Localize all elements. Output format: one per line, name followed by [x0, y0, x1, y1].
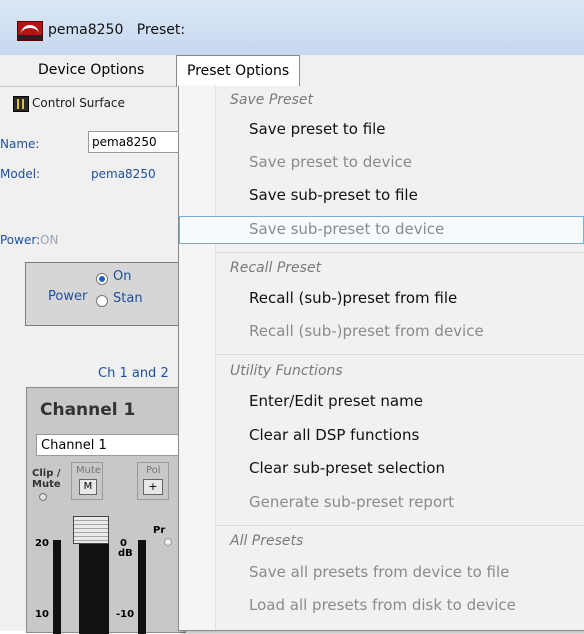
- channel-strip: Channel 1 Channel 1 Clip / Mute Mute M P…: [26, 387, 186, 634]
- model-value: pema8250: [91, 167, 156, 181]
- control-surface-label: Control Surface: [32, 96, 125, 110]
- menu-icon-gutter: [179, 86, 216, 630]
- title-bar: pema8250 Preset:: [0, 0, 584, 55]
- recall-preset-from-file-item[interactable]: Recall (sub-)preset from file: [249, 289, 457, 307]
- generate-sub-preset-report-item[interactable]: Generate sub-preset report: [249, 493, 454, 511]
- control-surface-icon: [13, 96, 29, 112]
- window-title: pema8250 Preset:: [48, 22, 185, 38]
- level-meter-left: [53, 540, 61, 634]
- pr-label: Pr: [153, 525, 166, 536]
- utility-functions-header: Utility Functions: [230, 363, 343, 379]
- polarity-group: Pol +: [137, 462, 169, 500]
- control-panel: Control Surface Name: pema8250 Model: pe…: [0, 87, 186, 634]
- clear-dsp-functions-item[interactable]: Clear all DSP functions: [249, 426, 419, 444]
- save-sub-preset-to-file-item[interactable]: Save sub-preset to file: [249, 186, 418, 204]
- save-preset-to-file-item[interactable]: Save preset to file: [249, 120, 386, 138]
- app-name: pema8250: [48, 22, 124, 38]
- app-logo-icon: [17, 21, 43, 41]
- fader-db-unit: dB: [118, 548, 133, 559]
- edit-preset-name-item[interactable]: Enter/Edit preset name: [249, 392, 423, 410]
- recall-preset-header: Recall Preset: [230, 260, 322, 276]
- power-on-radio[interactable]: [96, 273, 108, 285]
- save-preset-to-device-item[interactable]: Save preset to device: [249, 153, 412, 171]
- channel-name-field[interactable]: Channel 1: [36, 434, 186, 456]
- menu-separator: [215, 252, 584, 253]
- level-meter-right: [138, 540, 146, 634]
- load-all-presets-item[interactable]: Load all presets from disk to device: [249, 596, 516, 614]
- name-label: Name:: [0, 137, 40, 151]
- pr-led-icon: [164, 538, 172, 546]
- polarity-button[interactable]: +: [143, 479, 163, 495]
- power-status: ON: [40, 233, 59, 247]
- save-all-presets-item[interactable]: Save all presets from device to file: [249, 563, 509, 581]
- mute-label: Mute: [76, 465, 102, 476]
- preset-options-menu: Save Preset Save preset to file Save pre…: [178, 86, 584, 631]
- save-sub-preset-to-device-item[interactable]: Save sub-preset to device: [249, 220, 444, 238]
- name-field[interactable]: pema8250: [88, 131, 184, 153]
- menu-separator: [215, 354, 584, 355]
- power-standby-label[interactable]: Stan: [113, 291, 143, 306]
- all-presets-header: All Presets: [230, 533, 304, 549]
- preset-title: Preset:: [136, 22, 186, 38]
- gain-fader-handle[interactable]: [73, 516, 109, 544]
- menu-device-options[interactable]: Device Options: [28, 55, 154, 86]
- clip-led-icon: [39, 493, 47, 501]
- clip-mute-label: Clip / Mute: [32, 468, 61, 490]
- model-label: Model:: [0, 167, 41, 181]
- power-standby-radio[interactable]: [96, 295, 108, 307]
- menu-separator: [215, 525, 584, 526]
- fader-scale-minus10: -10: [116, 609, 135, 620]
- menu-preset-options[interactable]: Preset Options: [176, 55, 301, 87]
- power-group: Power On Stan: [25, 262, 180, 326]
- recall-preset-from-device-item[interactable]: Recall (sub-)preset from device: [249, 322, 484, 340]
- channel-pair-label: Ch 1 and 2: [98, 366, 169, 381]
- power-on-label[interactable]: On: [113, 269, 131, 284]
- meter-scale-10: 10: [35, 609, 49, 620]
- meter-scale-20: 20: [35, 538, 49, 549]
- power-group-label: Power: [48, 289, 88, 304]
- menu-bar: Device Options Preset Options: [0, 55, 584, 87]
- clear-sub-preset-selection-item[interactable]: Clear sub-preset selection: [249, 459, 445, 477]
- channel-title: Channel 1: [40, 400, 136, 420]
- polarity-label: Pol: [146, 465, 161, 476]
- power-label: Power:: [0, 233, 41, 247]
- mute-group: Mute M: [71, 462, 103, 500]
- mute-button[interactable]: M: [79, 479, 97, 495]
- save-preset-header: Save Preset: [230, 92, 314, 108]
